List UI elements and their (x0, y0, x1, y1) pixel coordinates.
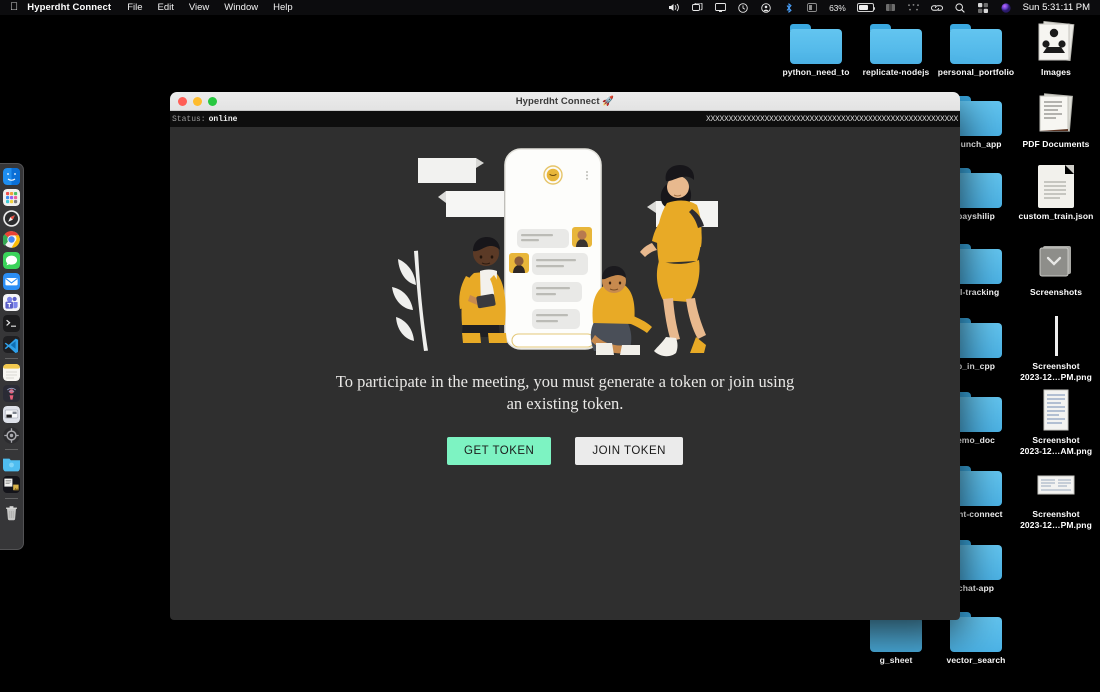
desktop-icon-label: Screenshots (1029, 287, 1083, 297)
minimize-button[interactable] (193, 96, 202, 106)
clock-icon[interactable] (737, 2, 749, 13)
battery-percent-label: 63% (829, 2, 846, 13)
battery-widget-icon (806, 2, 818, 13)
status-bar: Status: online XXXXXXXXXXXXXXXXXXXXXXXXX… (170, 111, 960, 127)
window-content: To participate in the meeting, you must … (170, 127, 960, 620)
desktop-icon-label: vector_search (946, 655, 1006, 665)
user-account-icon[interactable] (760, 2, 772, 13)
token-actions: GET TOKEN JOIN TOKEN (447, 436, 683, 465)
image-file-icon (1008, 314, 1100, 358)
menu-item-window[interactable]: Window (224, 2, 258, 13)
images-stack-icon (1008, 20, 1100, 64)
control-center-icon[interactable] (977, 2, 989, 13)
downloads-folder-icon[interactable] (3, 455, 20, 472)
desktop-icon-pdf-documents[interactable]: PDF Documents (1008, 92, 1100, 150)
teams-icon[interactable] (3, 294, 20, 311)
screenshot-app-icon[interactable] (3, 406, 20, 423)
vscode-icon[interactable] (3, 336, 20, 353)
join-token-button[interactable]: JOIN TOKEN (575, 436, 683, 465)
siri-icon[interactable] (1000, 2, 1012, 13)
settings-icon[interactable] (3, 427, 20, 444)
document-icon (1008, 164, 1100, 208)
window-controls (170, 96, 217, 106)
terminal-icon[interactable] (3, 315, 20, 332)
menu-bar:  Hyperdht Connect File Edit View Window… (0, 0, 1100, 15)
messages-icon[interactable] (3, 252, 20, 269)
window-titlebar[interactable]: Hyperdht Connect 🚀 (170, 92, 960, 111)
desktop-icon-screenshots[interactable]: Screenshots (1008, 240, 1100, 298)
zoom-button[interactable] (208, 96, 217, 106)
dock-separator (5, 498, 18, 499)
battery-icon[interactable] (856, 3, 876, 12)
dots-icon[interactable] (908, 2, 920, 13)
window-title: Hyperdht Connect 🚀 (515, 95, 615, 107)
menu-item-edit[interactable]: Edit (158, 2, 174, 13)
desktop-icon-screenshot-png-3[interactable]: Screenshot 2023-12…PM.png (1008, 462, 1100, 531)
bluetooth-icon[interactable] (783, 2, 795, 13)
group-chat-illustration (390, 141, 740, 363)
image-file-icon (1008, 388, 1100, 432)
person-left (459, 237, 507, 343)
app-window: Hyperdht Connect 🚀 Status: online XXXXXX… (170, 92, 960, 620)
image-file-icon (1008, 462, 1100, 506)
volume-icon[interactable] (668, 2, 680, 13)
menubar-app-name[interactable]: Hyperdht Connect (27, 2, 111, 13)
screenshots-stack-icon (1008, 240, 1100, 284)
desktop-icon-custom_train-json[interactable]: custom_train.json (1008, 164, 1100, 222)
finder-icon[interactable] (3, 168, 20, 185)
dock-separator (5, 358, 18, 359)
search-icon[interactable] (954, 2, 966, 13)
menu-item-file[interactable]: File (127, 2, 142, 13)
menu-item-view[interactable]: View (189, 2, 209, 13)
desktop-icon-label: Screenshot 2023-12…PM.png (1020, 361, 1092, 382)
phone-mockup (504, 148, 602, 350)
apple-logo-icon[interactable]:  (10, 1, 18, 13)
desktop-icon-label: Images (1041, 67, 1071, 77)
podcasts-icon[interactable] (3, 385, 20, 402)
trash-icon[interactable] (3, 504, 20, 521)
desktop-icon-screenshot-png-2[interactable]: Screenshot 2023-12…AM.png (1008, 388, 1100, 457)
get-token-button[interactable]: GET TOKEN (447, 436, 552, 465)
launchpad-icon[interactable] (3, 189, 20, 206)
screen-mirroring-icon[interactable] (691, 2, 703, 13)
desktop-icon-label: custom_train.json (1018, 211, 1094, 221)
desktop-icon-label: Screenshot 2023-12…PM.png (1020, 509, 1092, 530)
dock-separator (5, 449, 18, 450)
masked-token-text: XXXXXXXXXXXXXXXXXXXXXXXXXXXXXXXXXXXXXXXX… (705, 114, 958, 124)
app-icon[interactable] (885, 2, 897, 13)
menubar-status-area: 63% Sun 5:31:11 PM (668, 2, 1094, 13)
display-icon[interactable] (714, 2, 726, 13)
status-value: online (208, 114, 238, 124)
desktop-icon-label: PDF Documents (1022, 139, 1090, 149)
instruction-message: To participate in the meeting, you must … (335, 372, 795, 413)
menubar-clock[interactable]: Sun 5:31:11 PM (1023, 2, 1090, 13)
desktop-icon-images[interactable]: Images (1008, 20, 1100, 78)
desktop-icon-screenshot-png-1[interactable]: Screenshot 2023-12…PM.png (1008, 314, 1100, 383)
desktop-screen:  Hyperdht Connect File Edit View Window… (0, 0, 1100, 692)
dock (0, 163, 24, 550)
preview-icon[interactable] (3, 476, 20, 493)
close-button[interactable] (178, 96, 187, 106)
safari-icon[interactable] (3, 210, 20, 227)
mail-icon[interactable] (3, 273, 20, 290)
notes-icon[interactable] (3, 364, 20, 381)
chrome-icon[interactable] (3, 231, 20, 248)
status-label: Status: (172, 114, 206, 124)
link-icon[interactable] (930, 2, 943, 13)
desktop-icon-label: Screenshot 2023-12…AM.png (1019, 435, 1093, 456)
plant-decoration (392, 250, 428, 351)
menu-item-help[interactable]: Help (273, 2, 293, 13)
pdf-stack-icon (1008, 92, 1100, 136)
